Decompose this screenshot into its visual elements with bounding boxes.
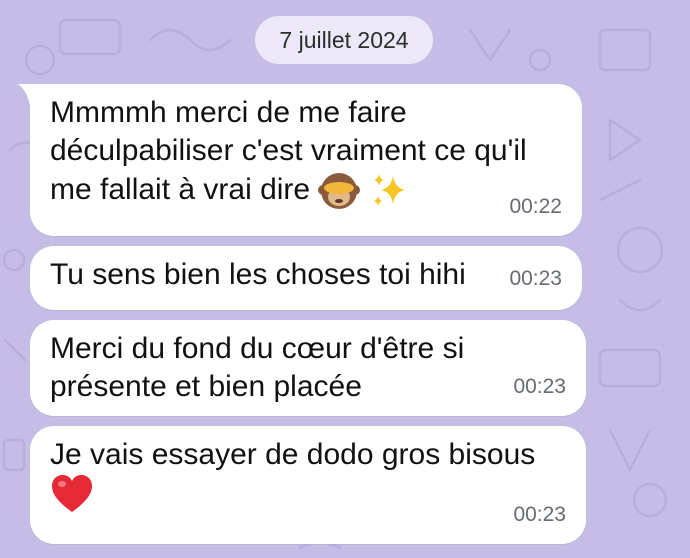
message-line: me fallait à vrai dire bbox=[50, 170, 562, 212]
message-text: Merci du fond du cœur d'être si présente… bbox=[50, 330, 566, 406]
message-text: Tu sens bien les choses toi hihi bbox=[50, 256, 562, 294]
message-timestamp: 00:23 bbox=[513, 375, 566, 398]
message-text: Mmmmh merci de me faire déculpabiliser c… bbox=[50, 94, 562, 212]
red-heart-emoji bbox=[52, 475, 92, 512]
message-bubble[interactable]: Merci du fond du cœur d'être si présente… bbox=[30, 320, 586, 416]
sparkles-emoji bbox=[373, 174, 405, 206]
date-separator: 7 juillet 2024 bbox=[255, 16, 433, 64]
message-bubble[interactable]: Tu sens bien les choses toi hihi 00:23 bbox=[30, 246, 582, 310]
message-line: Je vais essayer de dodo gros bisous bbox=[50, 438, 536, 471]
message-timestamp: 00:23 bbox=[509, 267, 562, 290]
message-text: Je vais essayer de dodo gros bisous bbox=[50, 436, 566, 516]
message-line: Tu sens bien les choses toi hihi bbox=[50, 258, 466, 291]
message-line: déculpabiliser c'est vraiment ce qu'il bbox=[50, 134, 527, 167]
message-timestamp: 00:23 bbox=[513, 503, 566, 526]
message-bubble[interactable]: Je vais essayer de dodo gros bisous 00:2… bbox=[30, 426, 586, 544]
message-line: Merci du fond du cœur d'être si bbox=[50, 332, 465, 365]
message-line: Mmmmh merci de me faire bbox=[50, 96, 407, 129]
message-timestamp: 00:22 bbox=[509, 195, 562, 218]
message-line-text: me fallait à vrai dire bbox=[50, 172, 311, 206]
date-separator-label: 7 juillet 2024 bbox=[279, 26, 409, 53]
message-line bbox=[50, 474, 566, 516]
see-no-evil-monkey-emoji bbox=[318, 173, 361, 209]
message-line: présente et bien placée bbox=[50, 370, 362, 403]
message-bubble[interactable]: Mmmmh merci de me faire déculpabiliser c… bbox=[30, 84, 582, 236]
